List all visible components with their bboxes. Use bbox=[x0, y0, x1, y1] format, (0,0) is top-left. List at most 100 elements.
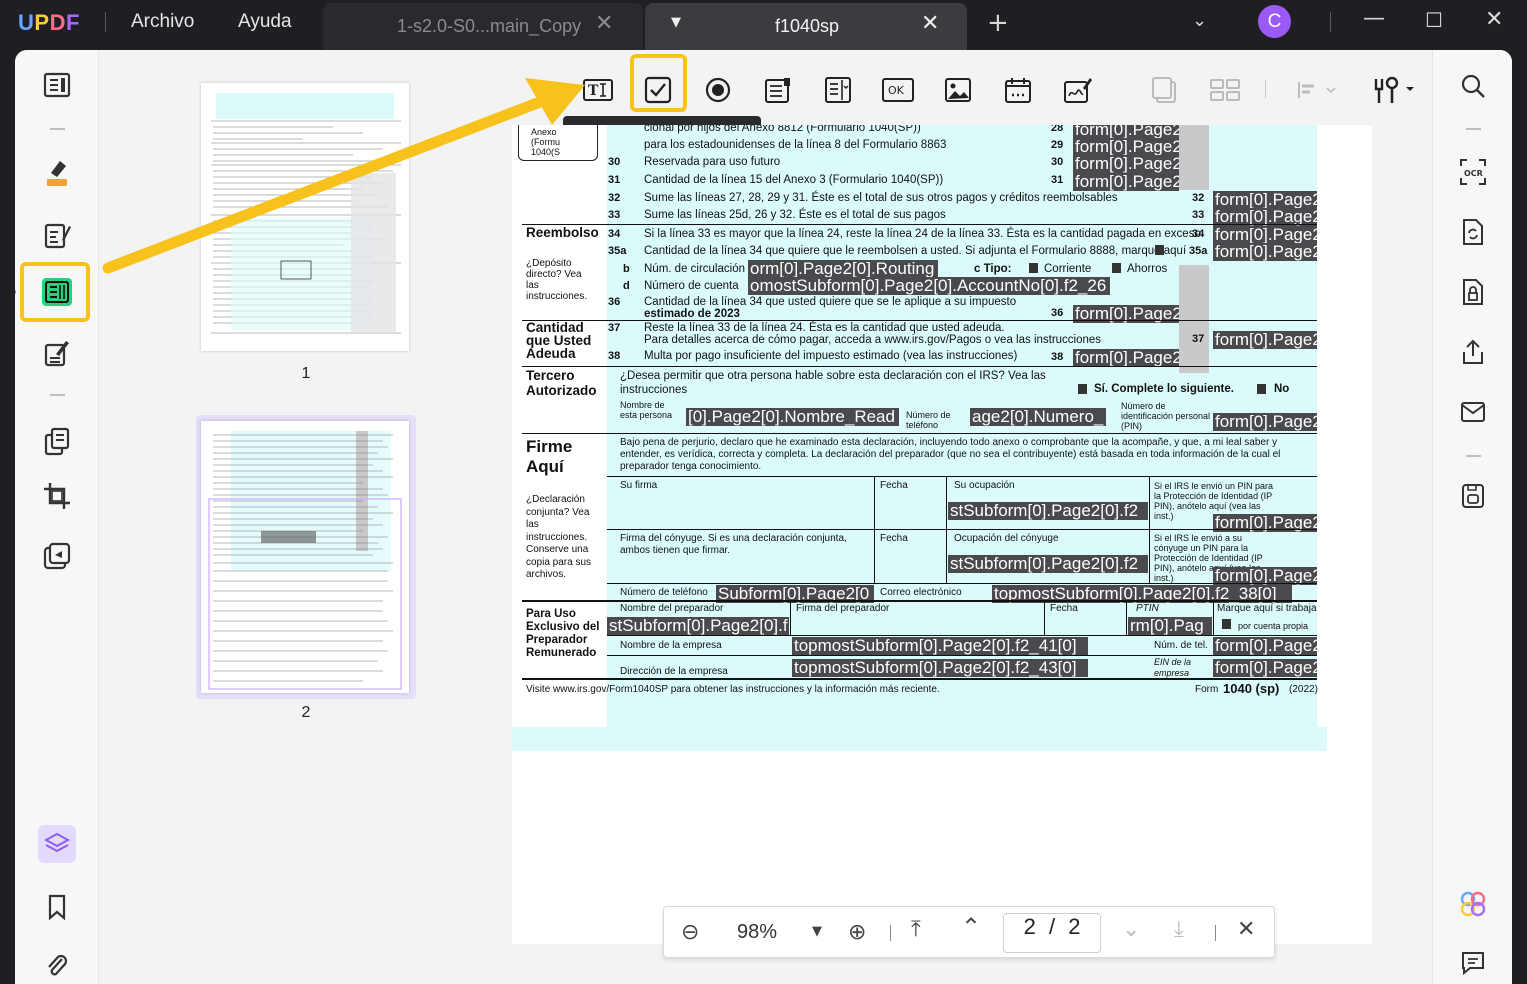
new-tab-icon[interactable]: + bbox=[987, 8, 1009, 38]
zoom-dropdown-icon[interactable]: ▼ bbox=[812, 924, 822, 939]
preparador-nombre-label: Nombre del preparador bbox=[620, 603, 724, 614]
search-icon[interactable] bbox=[1455, 68, 1491, 104]
line-30-field[interactable]: form[0].Page2 bbox=[1073, 155, 1179, 173]
previous-page-icon[interactable]: ⌃ bbox=[961, 913, 981, 941]
routing-number-field[interactable]: orm[0].Page2[0].Routing bbox=[748, 260, 938, 278]
copy-fields-icon[interactable] bbox=[1143, 68, 1187, 112]
close-navigation-icon[interactable]: ✕ bbox=[1237, 917, 1255, 942]
convert-icon[interactable] bbox=[1455, 214, 1491, 250]
radio-button-icon[interactable] bbox=[696, 68, 740, 112]
tercero-pin-field[interactable]: form[0].Page2 bbox=[1213, 413, 1317, 431]
next-page-icon[interactable]: ⌄ bbox=[1122, 917, 1140, 942]
checkbox-icon[interactable] bbox=[636, 68, 680, 112]
attachment-icon[interactable] bbox=[36, 944, 78, 984]
first-page-icon[interactable]: ⤒ bbox=[911, 917, 921, 942]
rule bbox=[522, 366, 1317, 367]
ocr-icon[interactable]: OCR bbox=[1455, 154, 1491, 190]
preparador-nombre-field[interactable]: stSubform[0].Page2[0].f bbox=[607, 617, 789, 635]
tercero-telefono-label: Número de teléfono bbox=[906, 410, 951, 430]
page-indicator[interactable]: 2 / 2 bbox=[1003, 913, 1101, 953]
empresa-field[interactable]: topmostSubform[0].Page2[0].f2_41[0] bbox=[792, 637, 1088, 655]
line-31-ref: 31 bbox=[1051, 174, 1064, 186]
button-icon[interactable]: OK bbox=[876, 68, 920, 112]
layers-icon[interactable] bbox=[38, 825, 76, 863]
chat-icon[interactable] bbox=[1455, 945, 1491, 981]
avatar[interactable]: C bbox=[1258, 5, 1291, 38]
rule bbox=[607, 529, 1317, 530]
page-thumbnail-2[interactable] bbox=[201, 421, 409, 693]
tercero-yes-checkbox[interactable] bbox=[1078, 384, 1087, 394]
line-34-field[interactable]: form[0].Page2 bbox=[1213, 226, 1317, 244]
tab-document-2[interactable]: ▼ f1040sp ✕ bbox=[645, 3, 967, 50]
self-employed-checkbox[interactable] bbox=[1222, 619, 1231, 629]
signature-field-icon[interactable] bbox=[1056, 68, 1100, 112]
comment-icon[interactable] bbox=[36, 152, 78, 194]
thumbnail-panel: 1 2 bbox=[100, 50, 495, 984]
zoom-level[interactable]: 98% bbox=[737, 921, 777, 944]
direccion-field[interactable]: topmostSubform[0].Page2[0].f2_43[0] bbox=[792, 659, 1088, 677]
list-box-icon[interactable] bbox=[756, 68, 800, 112]
tab-close-icon[interactable]: ✕ bbox=[921, 11, 939, 36]
form-8888-checkbox[interactable] bbox=[1155, 245, 1164, 255]
ein-field[interactable]: form[0].Page2 bbox=[1213, 659, 1317, 677]
ocupacion-field[interactable]: stSubform[0].Page2[0].f2 bbox=[948, 502, 1148, 520]
zoom-out-icon[interactable]: ⊖ bbox=[681, 920, 699, 945]
align-icon[interactable] bbox=[1295, 68, 1339, 112]
ai-icon[interactable] bbox=[1455, 886, 1491, 922]
email-icon[interactable] bbox=[1455, 394, 1491, 430]
last-page-icon[interactable]: ⤓ bbox=[1174, 917, 1184, 942]
tercero-telefono-field[interactable]: age2[0].Numero_ bbox=[970, 408, 1106, 426]
tab-label: 1-s2.0-S0...main_Copy bbox=[397, 16, 582, 36]
line-28-field[interactable]: form[0].Page2 bbox=[1073, 125, 1179, 139]
tab-menu-icon[interactable]: ▼ bbox=[671, 15, 681, 30]
line-31-field[interactable]: form[0].Page2 bbox=[1073, 173, 1179, 191]
divider bbox=[1466, 455, 1481, 457]
ptin-field[interactable]: rm[0].Pag bbox=[1128, 617, 1212, 635]
organize-icon[interactable] bbox=[36, 420, 78, 462]
protect-icon[interactable] bbox=[36, 536, 78, 578]
menu-help[interactable]: Ayuda bbox=[238, 11, 292, 33]
protect-icon[interactable] bbox=[1455, 274, 1491, 310]
tab-document-1[interactable]: 1-s2.0-S0...main_Copy ✕ bbox=[323, 3, 643, 50]
bookmark-icon[interactable] bbox=[36, 886, 78, 928]
fill-sign-icon[interactable] bbox=[36, 332, 78, 374]
tel-field[interactable]: form[0].Page2 bbox=[1213, 637, 1317, 655]
divider bbox=[50, 128, 65, 130]
tab-close-icon[interactable]: ✕ bbox=[595, 11, 613, 36]
grid-icon[interactable] bbox=[1203, 68, 1247, 112]
save-icon[interactable] bbox=[1455, 478, 1491, 514]
tercero-no-checkbox[interactable] bbox=[1257, 384, 1266, 394]
account-number-field[interactable]: omostSubform[0].Page2[0].AccountNo[0].f2… bbox=[748, 277, 1110, 295]
line-35a-field[interactable]: form[0].Page2 bbox=[1213, 243, 1317, 261]
text-field-icon[interactable]: T bbox=[576, 68, 620, 112]
line-32-ref: 32 bbox=[1192, 192, 1205, 204]
reader-icon[interactable] bbox=[36, 64, 78, 106]
divider bbox=[1265, 80, 1266, 98]
close-window-icon[interactable]: ✕ bbox=[1485, 7, 1503, 32]
maximize-icon[interactable]: ☐ bbox=[1425, 8, 1443, 32]
line-38-field[interactable]: form[0].Page2 bbox=[1073, 349, 1179, 367]
tercero-nombre-field[interactable]: [0].Page2[0].Nombre_Read bbox=[686, 408, 899, 426]
menu-file[interactable]: Archivo bbox=[131, 11, 194, 33]
line-36-ref: 36 bbox=[1051, 307, 1064, 319]
form-icon[interactable] bbox=[36, 271, 78, 313]
savings-checkbox[interactable] bbox=[1112, 263, 1121, 273]
date-field-icon[interactable] bbox=[996, 68, 1040, 112]
edit-icon[interactable] bbox=[36, 214, 78, 256]
checking-checkbox[interactable] bbox=[1029, 263, 1038, 273]
share-icon[interactable] bbox=[1455, 334, 1491, 370]
dropdown-icon[interactable] bbox=[816, 68, 860, 112]
updf-logo[interactable]: UPDF bbox=[18, 10, 80, 36]
zoom-in-icon[interactable]: ⊕ bbox=[848, 920, 866, 945]
page-thumbnail-1[interactable] bbox=[201, 83, 409, 351]
crop-icon[interactable] bbox=[36, 475, 78, 517]
line-29-field[interactable]: form[0].Page2 bbox=[1073, 138, 1179, 156]
line-37-field[interactable]: form[0].Page2 bbox=[1213, 331, 1317, 349]
line-32-field[interactable]: form[0].Page2 bbox=[1213, 191, 1317, 209]
divider bbox=[1215, 925, 1216, 941]
chevron-down-icon[interactable]: ⌄ bbox=[1192, 10, 1207, 31]
minimize-icon[interactable]: — bbox=[1363, 6, 1385, 31]
tools-icon[interactable] bbox=[1367, 68, 1419, 112]
ocupacion-conyuge-field[interactable]: stSubform[0].Page2[0].f2 bbox=[948, 555, 1148, 573]
image-field-icon[interactable] bbox=[936, 68, 980, 112]
